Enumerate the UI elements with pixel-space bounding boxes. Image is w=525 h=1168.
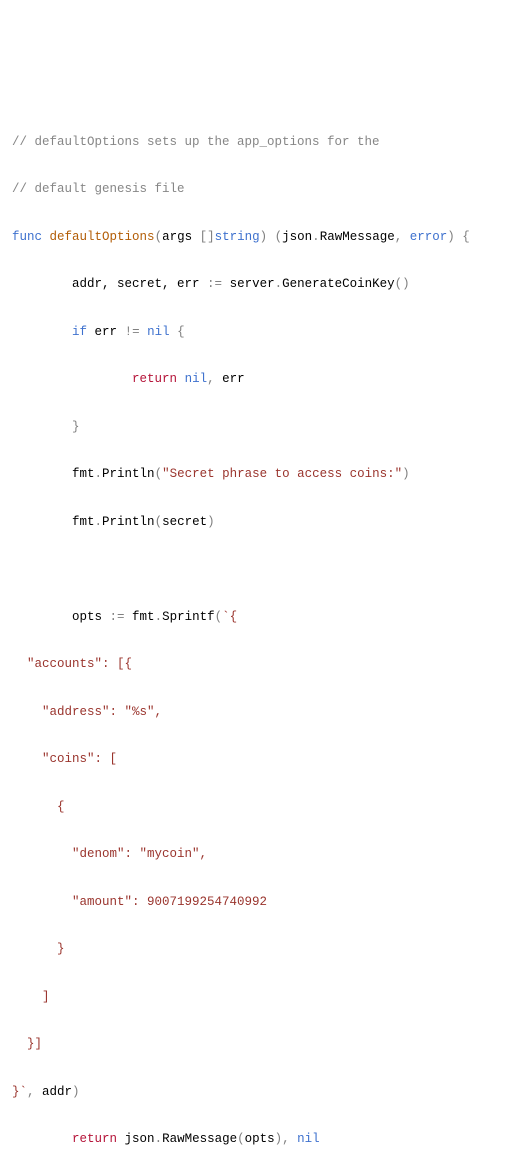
code-line: fmt.Println(secret) [12,511,513,535]
code-line: "accounts": [{ [12,653,513,677]
call: Println [102,467,155,481]
string: "Secret phrase to access coins:" [162,467,402,481]
code-line: fmt.Println("Secret phrase to access coi… [12,463,513,487]
function-name: defaultOptions [50,230,155,244]
type: string [215,230,260,244]
ident: secret [162,515,207,529]
comment: // defaultOptions sets up the app_option… [12,135,380,149]
nil: nil [297,1132,320,1146]
code-line: addr, secret, err := server.GenerateCoin… [12,273,513,297]
string: ] [12,990,50,1004]
pkg: server [230,277,275,291]
ident: opts [72,610,110,624]
identifiers: addr, secret, err [72,277,207,291]
code-line: "address": "%s", [12,701,513,725]
call: GenerateCoinKey [282,277,395,291]
code-line: return json.RawMessage(opts), nil [12,1128,513,1152]
code-line: "amount": 9007199254740992 [12,891,513,915]
arg: args [162,230,192,244]
code-line: "coins": [ [12,748,513,772]
string: } [12,942,65,956]
code-line: opts := fmt.Sprintf(`{ [12,606,513,630]
code-line: } [12,938,513,962]
code-line: // defaultOptions sets up the app_option… [12,131,513,155]
string: }] [12,1037,42,1051]
string: "address": "%s", [12,705,162,719]
string: "coins": [ [12,752,117,766]
code-line: } [12,416,513,440]
nil: nil [147,325,170,339]
call: RawMessage [162,1132,237,1146]
cond: err [95,325,125,339]
code-line: }`, addr) [12,1081,513,1105]
ident: addr [42,1085,72,1099]
keyword-return: return [132,372,177,386]
call: Sprintf [162,610,215,624]
code-line: { [12,796,513,820]
code-line: // default genesis file [12,178,513,202]
nil: nil [185,372,208,386]
comment: // default genesis file [12,182,185,196]
code-line: ] [12,986,513,1010]
pkg: fmt [72,467,95,481]
ident: opts [245,1132,275,1146]
string: { [12,800,65,814]
code-line: }] [12,1033,513,1057]
pkg: fmt [132,610,155,624]
keyword-return: return [72,1132,117,1146]
code-line: return nil, err [12,368,513,392]
ident: err [222,372,245,386]
code-line: "denom": "mycoin", [12,843,513,867]
code-block: // defaultOptions sets up the app_option… [12,107,513,1168]
code-line [12,558,513,582]
string: `{ [222,610,237,624]
type: error [410,230,448,244]
code-line: if err != nil { [12,321,513,345]
keyword-func: func [12,230,42,244]
code-line: func defaultOptions(args []string) (json… [12,226,513,250]
string: "denom": "mycoin", [12,847,207,861]
call: Println [102,515,155,529]
string: "amount": 9007199254740992 [12,895,267,909]
operator: != [125,325,140,339]
string: }` [12,1085,27,1099]
pkg: json [125,1132,155,1146]
pkg: json [282,230,312,244]
string: "accounts": [{ [12,657,132,671]
type: RawMessage [320,230,395,244]
pkg: fmt [72,515,95,529]
keyword-if: if [72,325,87,339]
